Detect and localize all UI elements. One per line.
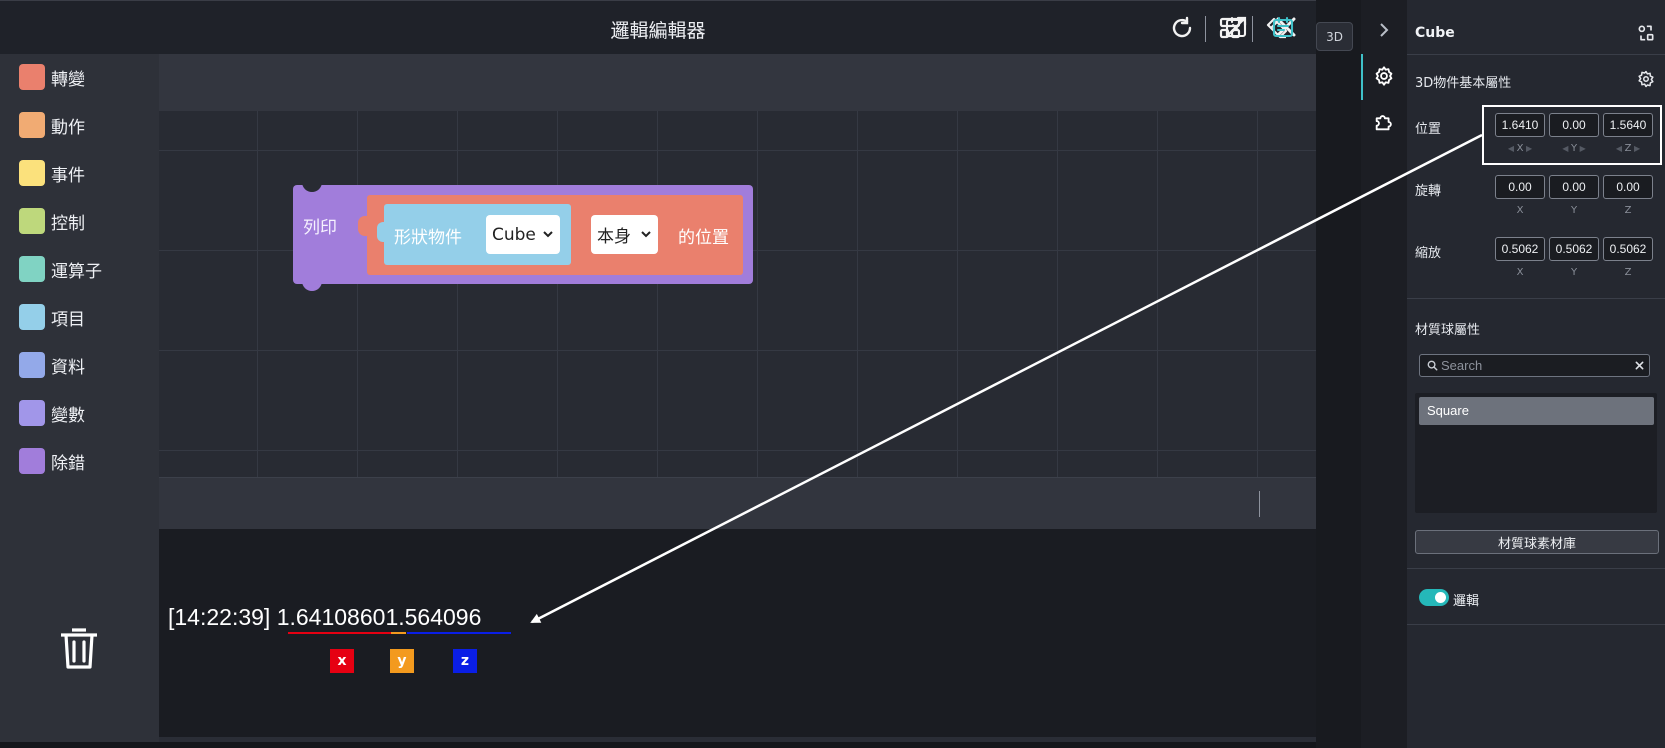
y-underline <box>391 632 406 634</box>
toggle-knob <box>1435 592 1446 603</box>
gear-icon[interactable] <box>1367 59 1401 93</box>
scale-z-input[interactable]: 0.5062 <box>1603 237 1653 261</box>
rotation-label: 旋轉 <box>1415 184 1442 199</box>
category-label: 除錯 <box>51 453 85 474</box>
chevron-right-icon[interactable] <box>1367 13 1401 47</box>
category-item[interactable]: 變數 <box>19 398 85 428</box>
log-time: [14:22:39] <box>168 604 271 630</box>
active-tab-indicator <box>1361 54 1363 100</box>
rotation-x-input[interactable]: 0.00 <box>1495 175 1545 199</box>
category-swatch <box>19 448 45 474</box>
material-properties-heading: 材質球屬性 <box>1415 323 1481 338</box>
object-dropdown-value: Cube <box>492 224 536 245</box>
log-x-value: 1.641086 <box>276 604 373 630</box>
scale-label: 縮放 <box>1415 246 1442 261</box>
object-name: Cube <box>1415 25 1455 41</box>
view-3d-button[interactable]: 3D <box>1316 22 1353 51</box>
category-item[interactable]: 動作 <box>19 110 85 140</box>
category-swatch <box>19 352 45 378</box>
category-swatch <box>19 64 45 90</box>
logic-toggle[interactable] <box>1419 589 1449 606</box>
clear-console-icon[interactable] <box>1222 13 1250 41</box>
console-toolbar <box>159 477 1316 529</box>
chevron-down-icon <box>543 231 553 238</box>
shape-object-label: 形狀物件 <box>394 228 462 248</box>
clear-search-icon[interactable] <box>1635 361 1644 370</box>
material-item[interactable]: Square <box>1419 397 1654 425</box>
puzzle-icon[interactable] <box>1367 105 1401 139</box>
category-item[interactable]: 轉變 <box>19 62 85 92</box>
scale-x-input[interactable]: 0.5062 <box>1495 237 1545 261</box>
toolbar-divider <box>1252 16 1253 42</box>
divider <box>1407 568 1665 569</box>
material-search-input[interactable] <box>1441 357 1621 374</box>
position-highlight-box <box>1482 105 1662 165</box>
log-y-value: 0 <box>372 604 386 630</box>
divider <box>1407 54 1665 55</box>
category-swatch <box>19 160 45 186</box>
scale-axis-label: Y <box>1570 267 1578 278</box>
scale-y-input[interactable]: 0.5062 <box>1549 237 1599 261</box>
category-swatch <box>19 400 45 426</box>
category-label: 變數 <box>51 405 85 426</box>
category-item[interactable]: 項目 <box>19 302 85 332</box>
transform-settings-icon[interactable] <box>1637 70 1657 90</box>
toolbar-divider <box>1205 16 1206 42</box>
category-item[interactable]: 資料 <box>19 350 85 380</box>
trash-icon[interactable] <box>57 624 101 672</box>
y-tag: y <box>390 649 414 673</box>
refresh-icon[interactable] <box>1168 14 1196 42</box>
category-item[interactable]: 除錯 <box>19 446 85 476</box>
log-z-value: 1.564096 <box>385 604 482 630</box>
z-tag: z <box>453 649 477 673</box>
material-search-box[interactable] <box>1419 354 1650 377</box>
position-block-label: 的位置 <box>678 228 729 248</box>
category-swatch <box>19 304 45 330</box>
category-swatch <box>19 112 45 138</box>
category-item[interactable]: 事件 <box>19 158 85 188</box>
object-switch-icon[interactable] <box>1636 23 1658 45</box>
toolbar-divider <box>1259 491 1260 517</box>
category-label: 控制 <box>51 213 85 234</box>
console-log-line: [14:22:39] 1.64108601.564096 <box>168 604 481 631</box>
scale-axis-label: Z <box>1624 267 1632 278</box>
scale-axis-label: X <box>1516 267 1524 278</box>
object-dropdown[interactable]: Cube <box>486 215 560 254</box>
search-icon <box>1427 360 1438 371</box>
self-dropdown[interactable]: 本身 <box>591 215 658 254</box>
divider <box>1407 624 1665 625</box>
category-swatch <box>19 256 45 282</box>
category-label: 運算子 <box>51 261 102 282</box>
rotation-axis-label: X <box>1516 205 1524 216</box>
editor-title-bar: 邏輯編輯器 <box>0 0 1316 54</box>
category-swatch <box>19 208 45 234</box>
basic-properties-heading: 3D物件基本屬性 <box>1415 76 1512 91</box>
self-dropdown-value: 本身 <box>597 227 631 247</box>
console-log-icon[interactable] <box>1269 13 1297 41</box>
x-tag: x <box>330 649 354 673</box>
editor-title: 邏輯編輯器 <box>610 20 706 42</box>
workspace-toolbar <box>159 54 1316 111</box>
category-label: 資料 <box>51 357 85 378</box>
category-label: 項目 <box>51 309 85 330</box>
category-label: 轉變 <box>51 69 85 90</box>
rotation-y-input[interactable]: 0.00 <box>1549 175 1599 199</box>
rotation-axis-label: Y <box>1570 205 1578 216</box>
category-item[interactable]: 運算子 <box>19 254 102 284</box>
chevron-down-icon <box>641 231 651 238</box>
logic-toggle-label: 邏輯 <box>1453 594 1480 609</box>
rotation-axis-label: Z <box>1624 205 1632 216</box>
material-library-button[interactable]: 材質球素材庫 <box>1415 530 1659 554</box>
z-underline <box>407 632 511 634</box>
rotation-z-input[interactable]: 0.00 <box>1603 175 1653 199</box>
scene-view[interactable] <box>1316 0 1361 748</box>
position-label: 位置 <box>1415 122 1442 137</box>
x-underline <box>288 632 406 634</box>
category-label: 事件 <box>51 165 85 186</box>
print-block-label: 列印 <box>303 218 337 238</box>
category-item[interactable]: 控制 <box>19 206 85 236</box>
block-workspace[interactable] <box>159 111 1316 477</box>
divider <box>1407 298 1665 299</box>
category-label: 動作 <box>51 117 85 138</box>
